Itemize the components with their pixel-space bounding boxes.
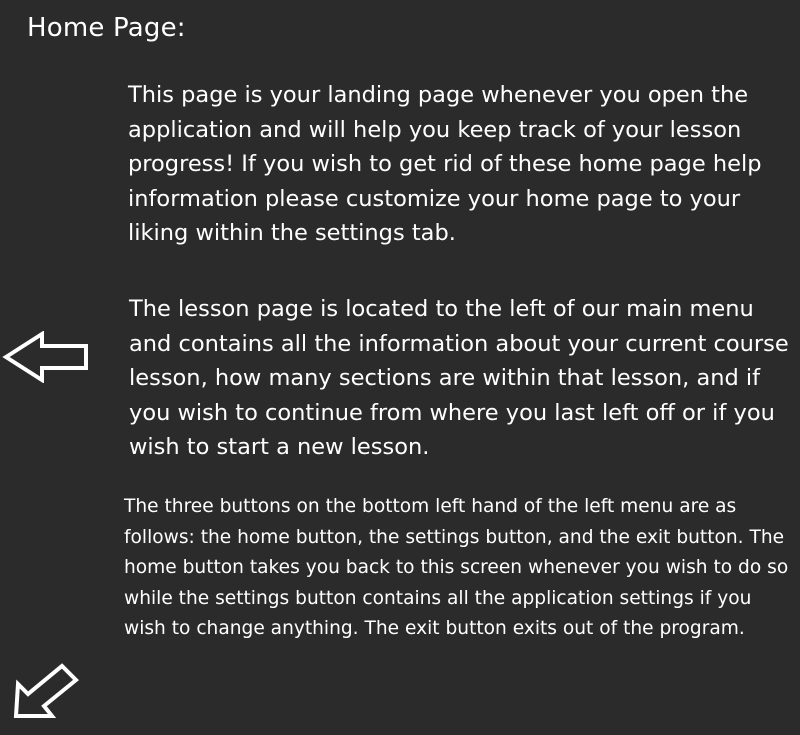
arrow-down-left-outline-icon (13, 663, 79, 718)
arrow-left-outline-icon (2, 331, 88, 383)
landing-page-description: This page is your landing page whenever … (128, 82, 762, 246)
lesson-page-description: The lesson page is located to the left o… (129, 296, 789, 460)
page-title: Home Page: (27, 13, 186, 43)
menu-buttons-description: The three buttons on the bottom left han… (124, 496, 789, 639)
